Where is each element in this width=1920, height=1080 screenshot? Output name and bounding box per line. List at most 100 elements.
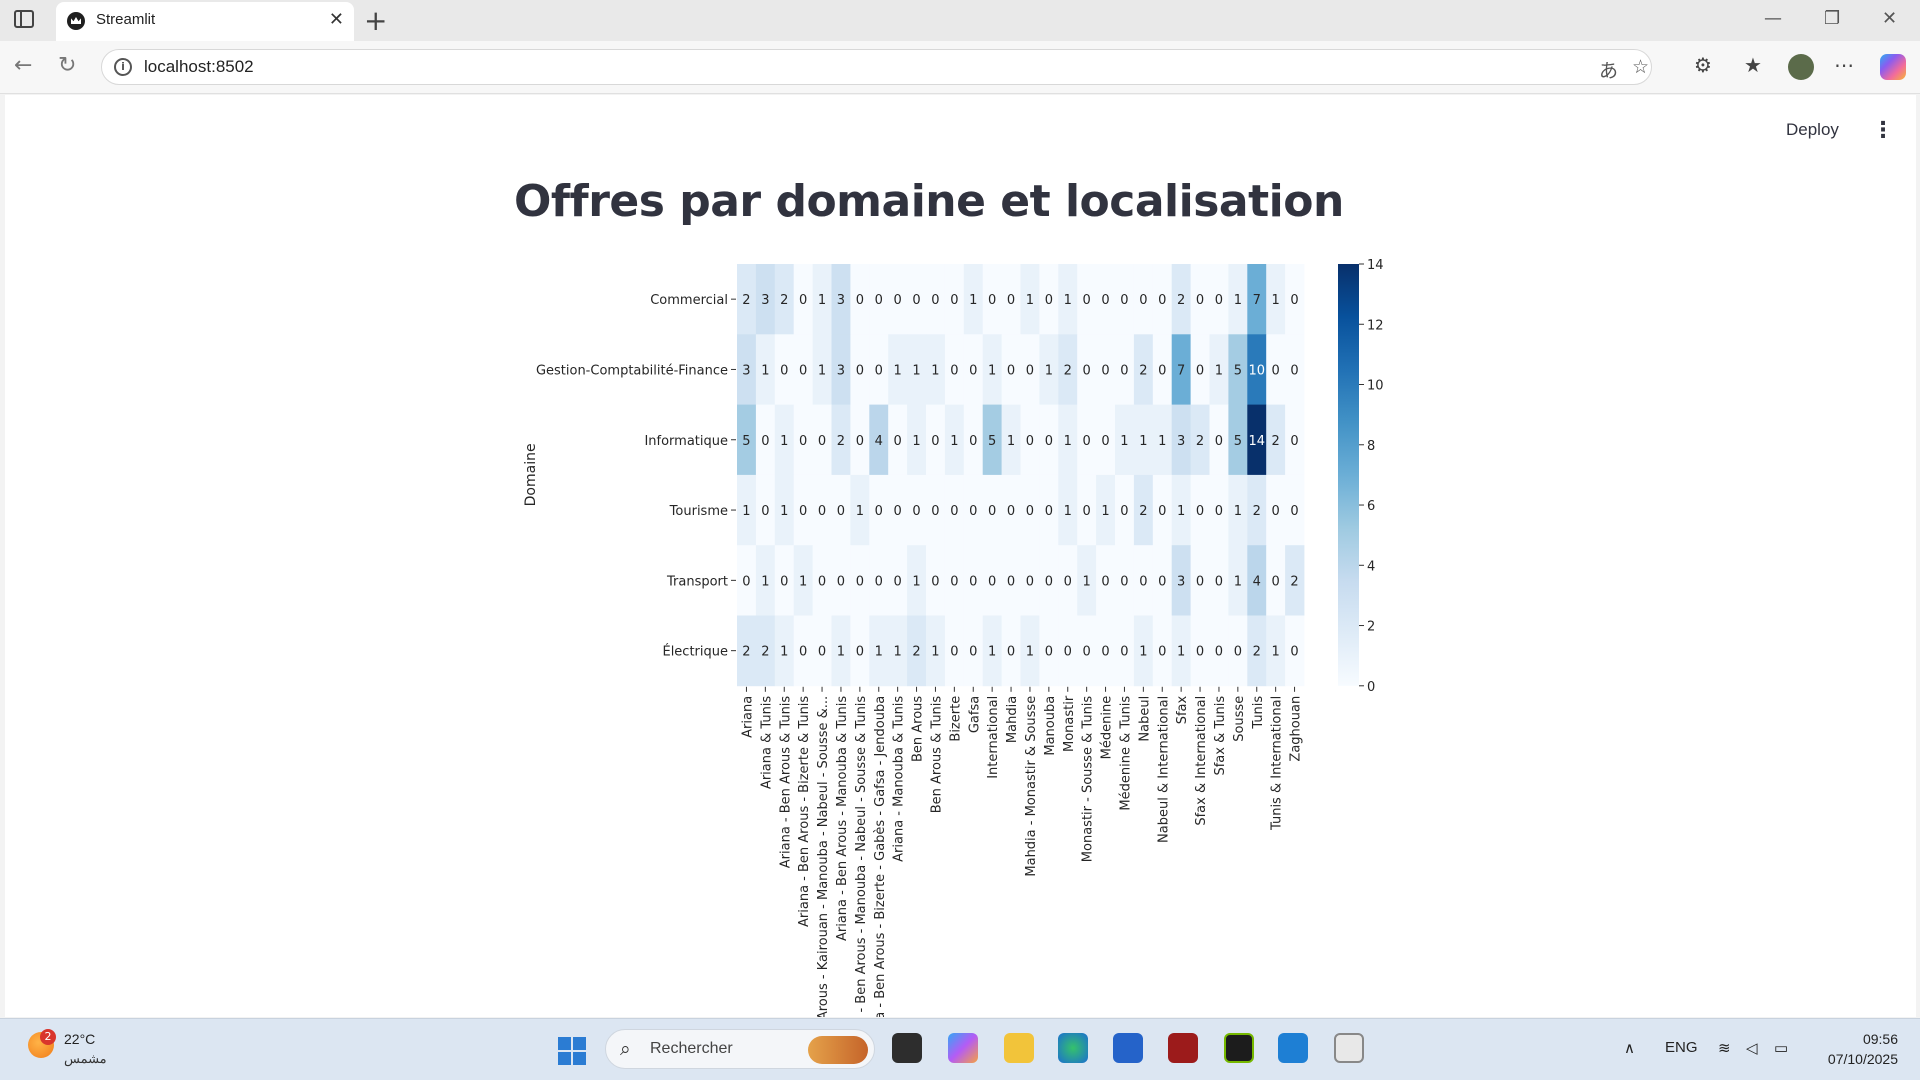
heatmap-cell-label: 2 (742, 645, 750, 660)
windows-start-icon[interactable] (558, 1037, 586, 1065)
heatmap-cell-label: 3 (1177, 574, 1185, 589)
heatmap-cell-label: 0 (1101, 645, 1109, 660)
heatmap-cell-label: 0 (912, 504, 920, 519)
colorbar-tick-label: 6 (1367, 499, 1375, 514)
x-tick-label: a - Ben Arous - Manouba - Nabeul - Souss… (854, 696, 869, 1017)
heatmap-cell-label: 0 (1234, 645, 1242, 660)
search-placeholder: Rechercher (650, 1040, 733, 1057)
heatmap-cell-label: 1 (780, 645, 788, 660)
heatmap-cell-label: 0 (950, 293, 958, 308)
app-red-icon[interactable] (1168, 1033, 1198, 1063)
heatmap-cell-label: 0 (894, 293, 902, 308)
heatmap-cell-label: 1 (931, 363, 939, 378)
heatmap-cell-label: 0 (1215, 293, 1223, 308)
heatmap-cell-label: 1 (742, 504, 750, 519)
colorbar-tick-label: 12 (1367, 318, 1384, 333)
heatmap-cell-label: 1 (780, 434, 788, 449)
heatmap-cell-label: 1 (1083, 574, 1091, 589)
heatmap-cell-label: 0 (1158, 293, 1166, 308)
heatmap-cell-label: 14 (1248, 434, 1265, 449)
heatmap-cell-label: 0 (780, 363, 788, 378)
weather-temp: 22°C (64, 1031, 96, 1047)
x-tick-label: ja - Ben Arous - Bizerte - Gabès - Gafsa… (873, 696, 888, 1017)
heatmap-cell-label: 4 (1253, 574, 1261, 589)
heatmap-cell-label: 0 (894, 434, 902, 449)
heatmap-cell-label: 0 (1290, 645, 1298, 660)
clock-time: 09:56 (1862, 1031, 1898, 1047)
heatmap-cell-label: 1 (780, 504, 788, 519)
heatmap-cell-label: 1 (894, 645, 902, 660)
tray-chevron-icon[interactable]: ∧ (1624, 1039, 1635, 1057)
heatmap-cell-label: 0 (1272, 504, 1280, 519)
heatmap-cell-label: 3 (837, 293, 845, 308)
vscode-icon[interactable] (1278, 1033, 1308, 1063)
y-axis-label: Domaine (523, 443, 539, 506)
heatmap-cell-label: 3 (742, 363, 750, 378)
heatmap-cell-label: 0 (1215, 434, 1223, 449)
heatmap-cell-label: 2 (780, 293, 788, 308)
heatmap-cell-label: 10 (1248, 363, 1265, 378)
heatmap-cell-label: 2 (1139, 504, 1147, 519)
edge-browser-icon[interactable] (1058, 1033, 1088, 1063)
language-indicator[interactable]: ENG (1665, 1039, 1698, 1056)
heatmap-cell-label: 0 (1158, 645, 1166, 660)
microsoft-store-icon[interactable] (1113, 1033, 1143, 1063)
heatmap-cell-label: 3 (761, 293, 769, 308)
heatmap-cell-label: 1 (1064, 434, 1072, 449)
heatmap-cell-label: 2 (761, 645, 769, 660)
heatmap-cell-label: 0 (988, 504, 996, 519)
heatmap-cell-label: 3 (837, 363, 845, 378)
nvidia-icon[interactable] (1224, 1033, 1254, 1063)
heatmap-cell-label: 0 (837, 504, 845, 519)
x-tick-label: Ariana & Tunis (759, 696, 774, 789)
heatmap-cell-label: 0 (1026, 363, 1034, 378)
heatmap-cell-label: 1 (856, 504, 864, 519)
heatmap-cell-label: 0 (1101, 434, 1109, 449)
search-highlight-image (808, 1036, 868, 1064)
snipping-tool-icon[interactable] (1334, 1033, 1364, 1063)
heatmap-cell-label: 0 (931, 574, 939, 589)
heatmap-cell-label: 1 (894, 363, 902, 378)
heatmap-cell-label: 0 (818, 434, 826, 449)
taskbar: 2 22°C مشمس ⌕ Rechercher ∧ ENG ≋ ◁ ▭ 09:… (0, 1018, 1920, 1080)
clock-date: 07/10/2025 (1827, 1051, 1898, 1067)
heatmap-cell-label: 0 (1196, 293, 1204, 308)
heatmap-cell-label: 0 (875, 574, 883, 589)
heatmap-cell-label: 7 (1253, 293, 1261, 308)
y-tick-label: Transport (666, 574, 728, 589)
heatmap-cell-label: 5 (988, 434, 996, 449)
y-tick-label: Gestion-Comptabilité-Finance (536, 363, 728, 378)
taskbar-search[interactable]: ⌕ Rechercher (605, 1029, 875, 1069)
heatmap-cell-label: 0 (988, 293, 996, 308)
x-tick-label: Sfax & International (1194, 696, 1209, 826)
battery-icon[interactable]: ▭ (1774, 1039, 1788, 1057)
x-tick-label: Ariana - Ben Arous & Tunis (778, 696, 793, 869)
clock[interactable]: 09:56 07/10/2025 (1808, 1031, 1898, 1067)
heatmap-cell-label: 1 (1045, 363, 1053, 378)
volume-icon[interactable]: ◁ (1746, 1039, 1758, 1057)
heatmap-cell-label: 0 (969, 574, 977, 589)
file-explorer-icon[interactable] (1004, 1033, 1034, 1063)
heatmap-cell-label: 0 (1007, 293, 1015, 308)
heatmap-cell-label: 1 (818, 293, 826, 308)
weather-badge: 2 (40, 1029, 56, 1045)
x-tick-label: Médenine (1100, 696, 1115, 760)
heatmap-cell-label: 0 (1045, 645, 1053, 660)
task-view-icon[interactable] (892, 1033, 922, 1063)
heatmap-cell-label: 0 (818, 574, 826, 589)
colorbar (1338, 264, 1359, 686)
wifi-icon[interactable]: ≋ (1718, 1039, 1731, 1057)
heatmap-cell-label: 0 (1215, 645, 1223, 660)
colorbar-tick-label: 0 (1367, 680, 1375, 695)
copilot-app-icon[interactable] (948, 1033, 978, 1063)
heatmap-cell-label: 1 (950, 434, 958, 449)
heatmap-cell-label: 4 (875, 434, 883, 449)
heatmap-cell-label: 1 (931, 645, 939, 660)
heatmap-cell-label: 0 (1290, 363, 1298, 378)
heatmap-cell-label: 0 (856, 434, 864, 449)
heatmap-cell-label: 1 (1026, 645, 1034, 660)
heatmap-cell-label: 1 (1101, 504, 1109, 519)
heatmap-cell-label: 1 (1139, 645, 1147, 660)
heatmap-cell-label: 1 (1272, 645, 1280, 660)
heatmap-cell-label: 1 (761, 574, 769, 589)
